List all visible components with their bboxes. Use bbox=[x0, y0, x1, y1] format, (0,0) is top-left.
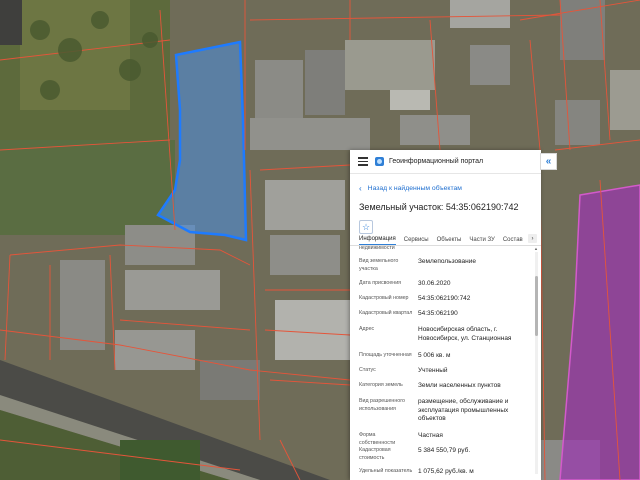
property-value: 54:35:062190:742 bbox=[418, 295, 471, 302]
satellite-map[interactable] bbox=[0, 0, 640, 480]
property-key: Кадастровый квартал bbox=[359, 310, 413, 316]
property-key: Кадастровая стоимость bbox=[359, 447, 391, 461]
property-key: Вид земельного участка bbox=[359, 258, 399, 272]
property-list[interactable]: недвижимости Вид земельного участка Земл… bbox=[359, 246, 533, 480]
property-key: Форма собственности bbox=[359, 432, 396, 446]
property-value: Учтенный bbox=[418, 367, 448, 374]
info-panel: Геоинформационный портал ‹ Назад к найде… bbox=[350, 150, 541, 480]
collapse-panel-button[interactable]: « bbox=[540, 153, 557, 170]
map-canvas[interactable] bbox=[0, 0, 640, 480]
property-key: недвижимости bbox=[359, 246, 395, 251]
scroll-up-arrow-icon[interactable]: ▲ bbox=[534, 246, 538, 251]
chevron-left-icon: ‹ bbox=[359, 183, 362, 193]
property-key: Вид разрешенного использования bbox=[359, 398, 405, 412]
double-chevron-left-icon: « bbox=[545, 156, 552, 167]
property-value: 1 075,62 руб./кв. м bbox=[418, 468, 474, 475]
property-key: Дата присвоения bbox=[359, 280, 402, 286]
panel-header: Геоинформационный портал bbox=[350, 150, 541, 174]
property-key: Удельный показатель bbox=[359, 468, 413, 474]
property-key: Кадастровый номер bbox=[359, 295, 409, 301]
property-key: Адрес bbox=[359, 326, 375, 332]
tab-parcel-parts[interactable]: Части ЗУ bbox=[469, 237, 494, 245]
tabs-scroll-right-button[interactable]: › bbox=[528, 234, 537, 243]
property-key: Статус bbox=[359, 367, 376, 373]
back-to-results-link[interactable]: ‹ Назад к найденным объектам bbox=[350, 180, 541, 196]
property-value: размещение, обслуживание и эксплуатация … bbox=[418, 398, 509, 422]
scrollbar-thumb[interactable] bbox=[535, 276, 538, 336]
property-value: Частная bbox=[418, 432, 443, 439]
property-value: 30.06.2020 bbox=[418, 280, 451, 287]
portal-logo-icon bbox=[375, 157, 384, 166]
property-value: Земли населенных пунктов bbox=[418, 382, 501, 389]
property-value: Новосибирская область, г. Новосибирск, у… bbox=[418, 326, 512, 342]
star-icon: ☆ bbox=[361, 221, 371, 232]
property-key: Площадь уточненная bbox=[359, 352, 412, 358]
property-value: 5 384 550,79 руб. bbox=[418, 447, 471, 454]
tab-services[interactable]: Сервисы bbox=[404, 237, 429, 245]
property-key: Категория земель bbox=[359, 382, 403, 388]
back-link-label: Назад к найденным объектам bbox=[367, 184, 462, 192]
portal-title: Геоинформационный портал bbox=[389, 158, 484, 165]
tab-objects[interactable]: Объекты bbox=[437, 237, 462, 245]
panel-scrollbar[interactable]: ▲ bbox=[534, 246, 539, 480]
property-value: 5 006 кв. м bbox=[418, 352, 451, 359]
tab-information[interactable]: Информация bbox=[359, 236, 396, 245]
parcel-title: Земельный участок: 54:35:062190:742 bbox=[359, 202, 519, 212]
tab-bar: Информация Сервисы Объекты Части ЗУ Сост… bbox=[350, 232, 541, 246]
hamburger-icon[interactable] bbox=[358, 157, 368, 166]
property-value: 54:35:062190 bbox=[418, 310, 458, 317]
property-value: Землепользование bbox=[418, 258, 476, 265]
tab-composition[interactable]: Состав bbox=[503, 237, 523, 245]
